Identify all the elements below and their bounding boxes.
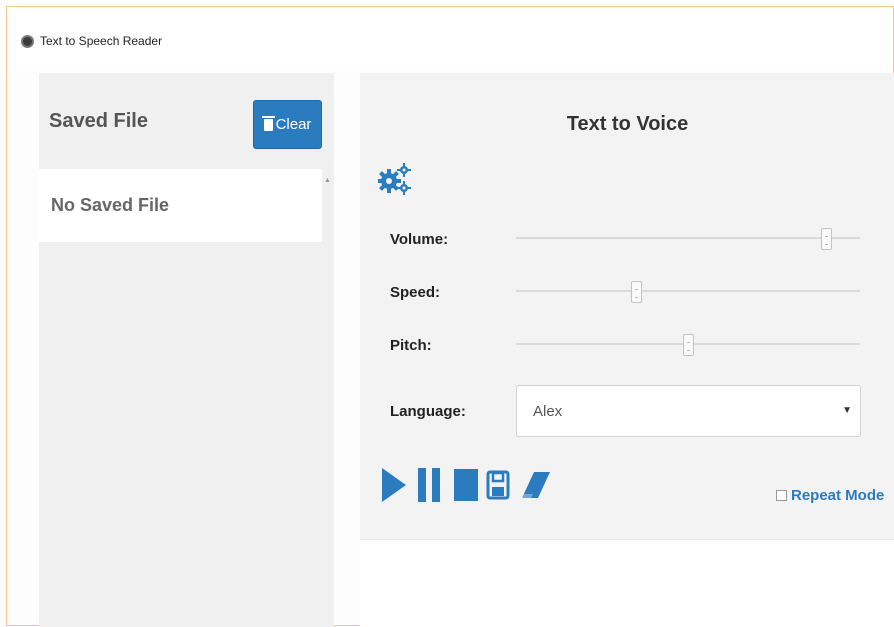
playback-controls bbox=[382, 465, 582, 505]
pitch-slider-thumb[interactable] bbox=[683, 334, 694, 356]
window-title: Text to Speech Reader bbox=[40, 34, 163, 48]
app-icon bbox=[21, 35, 34, 48]
text-input-area[interactable] bbox=[360, 539, 894, 627]
speed-slider-track bbox=[516, 290, 860, 292]
speed-slider[interactable] bbox=[516, 281, 860, 303]
language-selected-value: Alex bbox=[533, 403, 563, 420]
no-saved-file-text: No Saved File bbox=[51, 195, 170, 215]
pitch-slider[interactable] bbox=[516, 334, 860, 356]
language-select[interactable]: Alex ▼ bbox=[516, 385, 861, 437]
text-to-voice-title-text: Text to Voice bbox=[566, 113, 689, 135]
speed-label: Speed: bbox=[390, 284, 441, 301]
speed-slider-thumb[interactable] bbox=[631, 281, 643, 303]
volume-label: Volume: bbox=[390, 231, 449, 248]
volume-slider-thumb[interactable] bbox=[820, 228, 832, 250]
saved-files-panel: Saved File Clear No Saved File ▲ bbox=[39, 73, 334, 627]
text-to-voice-title: Text to Voice bbox=[360, 113, 894, 136]
pitch-label: Pitch: bbox=[390, 337, 432, 354]
clear-button-label: Clear bbox=[275, 116, 312, 133]
language-label: Language: bbox=[390, 403, 466, 420]
trash-icon bbox=[261, 115, 275, 131]
volume-slider-track bbox=[516, 237, 860, 239]
title-bar: Text to Speech Reader bbox=[7, 7, 893, 71]
text-to-voice-panel: Text to Voice Volume: Speed: Pitch: Lang… bbox=[360, 73, 894, 627]
repeat-mode-checkbox[interactable] bbox=[776, 489, 787, 501]
repeat-mode-toggle[interactable]: Repeat Mode bbox=[776, 485, 884, 505]
repeat-mode-label: Repeat Mode bbox=[791, 486, 885, 504]
app-window: Text to Speech Reader Saved File Clear N… bbox=[6, 6, 894, 627]
scroll-up-arrow-icon[interactable]: ▲ bbox=[324, 177, 331, 184]
eraser-icon[interactable] bbox=[520, 468, 552, 502]
saved-files-list[interactable]: No Saved File bbox=[39, 169, 322, 242]
save-icon[interactable] bbox=[486, 468, 510, 502]
volume-slider[interactable] bbox=[516, 228, 860, 250]
play-icon[interactable] bbox=[382, 468, 406, 502]
gears-icon[interactable] bbox=[378, 161, 412, 197]
stop-icon[interactable] bbox=[454, 469, 478, 501]
pause-icon[interactable] bbox=[418, 468, 442, 502]
saved-files-title: Saved File bbox=[49, 110, 148, 132]
caret-down-icon: ▼ bbox=[842, 405, 852, 416]
clear-button[interactable]: Clear bbox=[253, 100, 322, 149]
saved-files-header: Saved File Clear bbox=[39, 73, 334, 169]
